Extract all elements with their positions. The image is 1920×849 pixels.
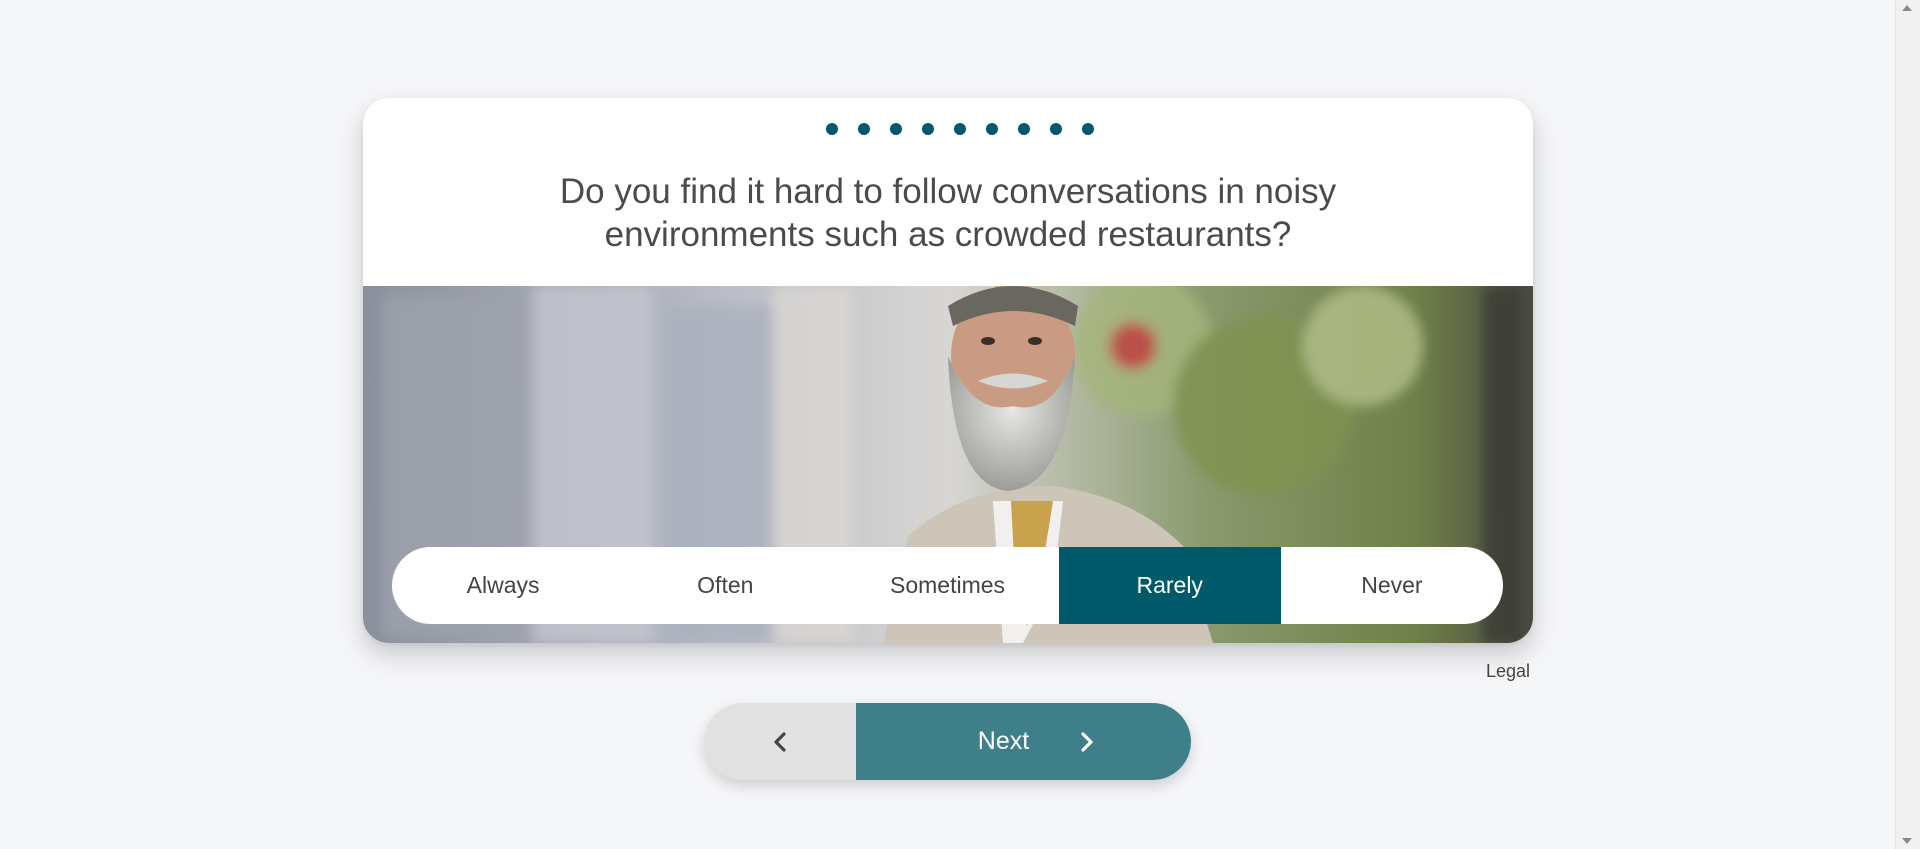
question-line-1: Do you find it hard to follow conversati… (559, 172, 1337, 211)
scroll-up-arrow-icon[interactable] (1902, 5, 1912, 11)
progress-dot (826, 123, 838, 135)
question-line-2: environments such as crowded restaurants… (604, 215, 1292, 254)
next-button[interactable]: Next (856, 703, 1191, 780)
progress-dot (1082, 123, 1094, 135)
answer-rarely[interactable]: Rarely (1058, 547, 1281, 624)
progress-dot (1050, 123, 1062, 135)
progress-dot (954, 123, 966, 135)
chevron-left-icon (774, 731, 786, 752)
chevron-right-icon (1081, 731, 1093, 752)
navigation-buttons: Next (704, 703, 1191, 780)
progress-dot (890, 123, 902, 135)
progress-dot (986, 123, 998, 135)
answer-options: Always Often Sometimes Rarely Never (392, 547, 1503, 624)
next-button-label: Next (977, 727, 1030, 755)
progress-dots (0, 123, 1920, 135)
progress-dot (1018, 123, 1030, 135)
answer-often[interactable]: Often (614, 547, 836, 624)
question-text: Do you find it hard to follow conversati… (363, 170, 1533, 256)
back-button[interactable] (704, 703, 856, 780)
scroll-down-arrow-icon[interactable] (1902, 838, 1912, 844)
progress-dot (922, 123, 934, 135)
legal-link[interactable]: Legal (1486, 661, 1530, 682)
answer-always[interactable]: Always (392, 547, 614, 624)
answer-sometimes[interactable]: Sometimes (836, 547, 1058, 624)
answer-never[interactable]: Never (1281, 547, 1503, 624)
progress-dot (858, 123, 870, 135)
